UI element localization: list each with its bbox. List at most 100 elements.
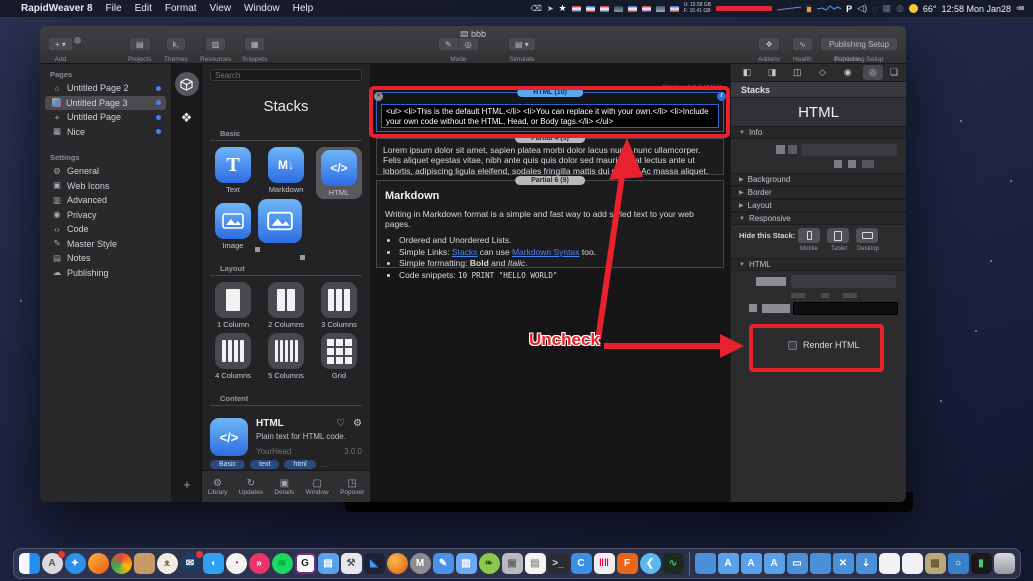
markdown-syntax-link[interactable]: Markdown Syntax (512, 247, 580, 257)
detail-gear-icon[interactable]: ⚙ (353, 418, 362, 429)
hide-desktop-button[interactable] (856, 228, 878, 243)
html-option-field[interactable] (791, 275, 896, 288)
html-stack-pill[interactable]: HTML (10) (517, 88, 583, 97)
dock-finder[interactable] (18, 553, 40, 574)
status-flag[interactable] (655, 5, 665, 12)
dock-pixel-image[interactable]: ▩ (924, 553, 946, 574)
graph-blue[interactable] (817, 5, 842, 12)
partial-stack-2[interactable]: Partial 6 (9) Markdown Writing in Markdo… (376, 176, 724, 280)
menu-edit[interactable]: Edit (135, 3, 152, 14)
section-background[interactable]: ▶ Background (731, 173, 906, 186)
close-stack-icon[interactable]: ✕ (374, 92, 383, 101)
dock-folder-1[interactable] (694, 553, 716, 574)
render-html-checkbox-row[interactable]: Render HTML (788, 340, 860, 350)
hide-tablet-button[interactable] (827, 228, 849, 243)
footer-popover-button[interactable]: ◳ Popover (340, 478, 364, 496)
lorem-text[interactable]: Lorem ipsum dolor sit amet, sapien plate… (377, 139, 723, 176)
dock-orange-ball[interactable] (386, 553, 408, 574)
more-tags[interactable]: ... (321, 460, 328, 469)
dock-coda[interactable]: C (570, 553, 592, 574)
hide-mobile-button[interactable] (798, 228, 820, 243)
partials-toggle[interactable]: ❖ (172, 110, 201, 126)
sidebar-item-advanced[interactable]: ▥ Advanced (45, 193, 166, 208)
projects-button[interactable]: ▤ Projects (128, 37, 151, 63)
drag-handle[interactable] (300, 255, 305, 260)
menu-help[interactable]: Help (293, 3, 314, 14)
tab-stack-settings-icon[interactable]: ◎ (862, 65, 883, 80)
sidebar-item-master-style[interactable]: ✎ Master Style (45, 237, 166, 252)
tag-text[interactable]: text (250, 460, 280, 469)
simulate-button[interactable]: ▤ ▾ Simulate (508, 37, 536, 63)
dock-terminal[interactable]: >_ (547, 553, 569, 574)
dock-messages[interactable]: ◖ (202, 553, 224, 574)
status-flag[interactable] (641, 5, 651, 12)
tab-theme-settings-icon[interactable]: ◉ (838, 65, 858, 80)
menu-app-name[interactable]: RapidWeaver 8 (21, 3, 93, 14)
edit-mode-button[interactable]: ✎ (438, 37, 459, 51)
drag-handle[interactable] (255, 247, 260, 252)
globe-icon[interactable]: ◍ (896, 3, 904, 14)
partial-stack-1[interactable]: Partial 4 (9) Lorem ipsum dolor sit amet… (376, 134, 724, 176)
dock-document-2[interactable] (901, 553, 923, 574)
sync-icon[interactable]: ◌ (872, 4, 877, 14)
html-stack-instance[interactable]: HTML (10) ✕ i <ul> <li>This is the defau… (374, 88, 726, 132)
dock-folder-downloads[interactable]: ⇣ (855, 553, 877, 574)
dock-folder-apps-1[interactable]: A (717, 553, 739, 574)
status-flag[interactable] (585, 5, 595, 12)
section-layout[interactable]: ▶ Layout (731, 199, 906, 212)
dock-folder-3[interactable] (809, 553, 831, 574)
stack-tile-5-columns[interactable]: 5 Columns (263, 333, 309, 380)
dock-terminal-window[interactable]: ▮ (970, 553, 992, 574)
info-field[interactable] (801, 144, 897, 156)
dock-folder-x[interactable]: ✕ (832, 553, 854, 574)
sidebar-item-untitled-page-3[interactable]: Untitled Page 3 (45, 95, 166, 110)
add-button[interactable]: + ▾ Add (48, 37, 73, 63)
resources-button[interactable]: ▥ Resources (200, 37, 231, 63)
sidebar-item-untitled-page-2[interactable]: ⌂ Untitled Page 2 (45, 81, 166, 96)
sidebar-item-untitled-page[interactable]: + Untitled Page (45, 110, 166, 125)
preview-mode-button[interactable]: ◎ (458, 37, 479, 51)
menu-window[interactable]: Window (244, 3, 280, 14)
dock-folder-2[interactable]: ▭ (786, 553, 808, 574)
dock-build-tool[interactable]: ⚒ (340, 553, 362, 574)
dock-vscode[interactable]: ◣ (363, 553, 385, 574)
dock-mail-clock[interactable]: ✉ (179, 551, 203, 574)
html-code-editor[interactable]: <ul> <li>This is the default HTML.</li> … (381, 104, 719, 128)
dock-document-1[interactable] (878, 553, 900, 574)
menu-clock[interactable]: 12:58 Mon Jan28 (941, 4, 1011, 14)
battery-gauge[interactable] (806, 4, 813, 13)
render-html-checkbox[interactable] (788, 340, 797, 350)
stack-tile-image-dragging[interactable] (255, 199, 305, 260)
tag-html[interactable]: html (284, 460, 316, 469)
dock-folder-o[interactable]: ○ (947, 553, 969, 574)
option-checkbox[interactable] (749, 304, 757, 312)
dock-folder-apps-3[interactable]: A (763, 553, 785, 574)
dock-shift[interactable]: » (248, 553, 270, 574)
dock-twitter[interactable]: ❮ (639, 553, 661, 574)
sidebar-item-web-icons[interactable]: ▣ Web Icons (45, 179, 166, 194)
volume-icon[interactable]: ◁) (857, 3, 867, 14)
tab-tag-icon[interactable]: ◇ (812, 65, 832, 80)
sidebar-item-general[interactable]: ⚙ General (45, 164, 166, 179)
section-info[interactable]: ▼ Info (731, 126, 906, 139)
dock-photos-gray[interactable]: ▣ (501, 553, 523, 574)
weather-icon[interactable] (908, 4, 918, 13)
dock-app-store[interactable]: A (41, 551, 65, 574)
menu-view[interactable]: View (210, 3, 232, 14)
dock-safari[interactable]: ✦ (64, 553, 86, 574)
tab-page-inspector-icon[interactable]: ◧ (737, 65, 757, 80)
footer-library-button[interactable]: ⚙ Library (208, 478, 228, 496)
dock-coteditor[interactable]: ❧ (478, 553, 500, 574)
stack-tile-image[interactable]: Image (210, 203, 256, 250)
list-menu-icon[interactable]: ≔ (1016, 3, 1025, 14)
section-responsive[interactable]: ▼ Responsive (731, 212, 906, 225)
stack-tile-2-columns[interactable]: 2 Columns (263, 282, 309, 329)
dock-blue-editor-2[interactable]: ▥ (455, 553, 477, 574)
stack-tile-grid[interactable]: Grid (316, 333, 362, 380)
addons-button[interactable]: ❖ Addons (758, 37, 780, 63)
stack-tile-3-columns[interactable]: 3 Columns (316, 282, 362, 329)
sidebar-item-nice[interactable]: ▦ Nice (45, 125, 166, 140)
info-icon[interactable]: i (717, 92, 726, 101)
footer-details-button[interactable]: ▣ Details (274, 478, 294, 496)
partial-2-pill[interactable]: Partial 6 (9) (515, 176, 585, 185)
